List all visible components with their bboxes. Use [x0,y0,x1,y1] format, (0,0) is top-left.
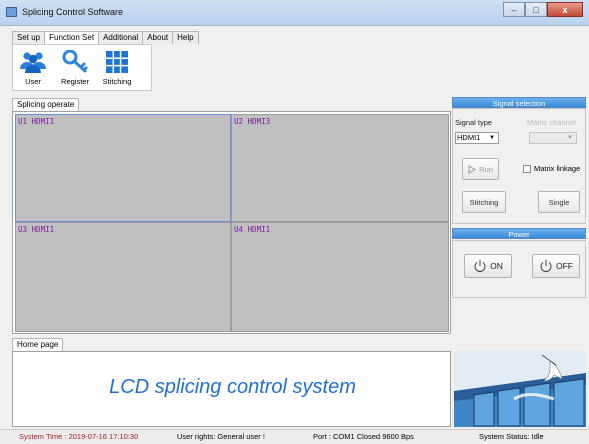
screen-cell-u3[interactable]: U3 HDMI1 [15,222,231,332]
chevron-down-icon: ▼ [489,135,495,141]
stitching-mode-label: Stitching [469,197,499,207]
tab-set-up[interactable]: Set up [12,31,46,44]
toolbar: User Register Stitching [12,44,152,91]
register-button[interactable]: Register [61,50,89,86]
video-wall-illustration [454,351,586,427]
signal-type-value: HDMI1 [457,133,481,142]
power-off-label: OFF [556,261,573,271]
run-label: Run [479,164,493,174]
matrix-linkage-checkbox[interactable] [523,165,531,173]
grid-icon [106,51,128,73]
register-label: Register [61,77,89,86]
power-icon [474,260,486,272]
window-title: Splicing Control Software [22,7,124,17]
screen-cell-u4[interactable]: U4 HDMI1 [231,222,449,332]
users-icon [20,52,46,73]
close-button[interactable]: x [547,2,583,17]
screen-cell-label: U3 HDMI1 [18,225,55,234]
matrix-channel-label: Matrix channel [527,118,576,127]
tab-home-page[interactable]: Home page [12,338,64,351]
power-on-label: ON [490,261,503,271]
title-bar[interactable]: Splicing Control Software – □ x [0,0,589,26]
stitching-mode-button[interactable]: Stitching [462,191,506,213]
signal-type-label: Signal type [455,118,493,127]
screen-cell-u1[interactable]: U1 HDMI1 [15,114,231,222]
user-label: User [25,77,41,86]
screen-cell-label: U1 HDMI1 [18,117,55,126]
tab-help[interactable]: Help [172,31,199,44]
matrix-linkage-label: Matrix linkage [534,164,581,173]
power-on-button[interactable]: ON [464,254,512,278]
signal-selection-header: Signal selection [452,97,586,108]
status-bar: System Time : 2019-07-16 17:10:30 User r… [0,429,589,444]
power-header: Power [452,228,586,239]
decorative-image [454,351,586,427]
tab-about[interactable]: About [142,31,174,44]
power-icon [540,260,552,272]
splicing-panel: U1 HDMI1 U2 HDMI3 U3 HDMI1 U4 HDMI1 [12,111,451,334]
system-status: System Status: Idle [479,432,544,441]
tab-splicing-operate[interactable]: Splicing operate [12,98,80,111]
tab-function-set[interactable]: Function Set [44,31,100,45]
chevron-down-icon: ▼ [567,135,573,141]
home-panel: LCD splicing control system [12,351,451,427]
menu-tabs: Set up Function Set Additional About Hel… [12,31,199,45]
stitching-button[interactable]: Stitching [103,50,131,86]
single-mode-label: Single [548,197,570,207]
tab-additional[interactable]: Additional [98,31,144,44]
maximize-button[interactable]: □ [525,2,547,17]
stitching-label: Stitching [102,77,132,86]
run-button[interactable]: Run [462,158,499,180]
screen-cell-label: U2 HDMI3 [234,117,271,126]
user-rights: User rights: General user ! [177,432,265,441]
single-mode-button[interactable]: Single [538,191,580,213]
key-icon [62,50,88,73]
minimize-button[interactable]: – [503,2,525,17]
app-icon [6,7,17,17]
window-controls: – □ x [503,2,583,19]
screen-cell-label: U4 HDMI1 [234,225,271,234]
banner-title: LCD splicing control system [109,376,356,398]
play-icon [468,164,477,174]
system-time: System Time : 2019-07-16 17:10:30 [19,432,139,441]
power-off-button[interactable]: OFF [532,254,580,278]
matrix-channel-select[interactable]: ▼ [529,132,577,144]
screen-cell-u2[interactable]: U2 HDMI3 [231,114,449,222]
port-status: Port : COM1 Closed 9600 Bps [313,432,414,441]
user-button[interactable]: User [19,50,47,86]
signal-type-select[interactable]: HDMI1 ▼ [455,132,499,144]
